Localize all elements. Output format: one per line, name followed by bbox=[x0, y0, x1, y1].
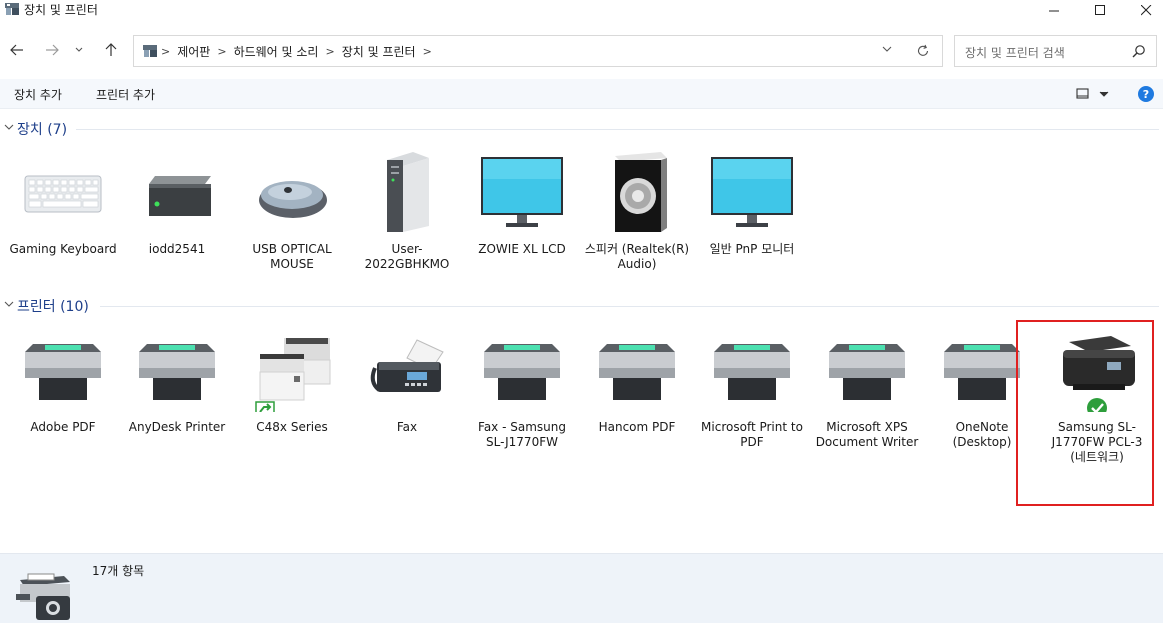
device-label: User-2022GBHKMO bbox=[364, 242, 450, 271]
printer-icon bbox=[944, 344, 1020, 400]
address-bar[interactable]: > 제어판 > 하드웨어 및 소리 > 장치 및 프린터 > bbox=[133, 35, 943, 67]
group-divider bbox=[100, 306, 1159, 307]
printer-icon bbox=[25, 344, 101, 400]
change-view-button[interactable] bbox=[1075, 87, 1111, 104]
printer-icon bbox=[829, 344, 905, 400]
printer-icon bbox=[599, 344, 675, 400]
forward-button[interactable] bbox=[41, 40, 63, 60]
arrow-left-icon bbox=[10, 44, 23, 56]
view-options-icon bbox=[1076, 88, 1109, 99]
printer-icon bbox=[714, 344, 790, 400]
back-button[interactable] bbox=[6, 40, 28, 60]
external-drive-icon bbox=[149, 176, 211, 216]
monitor-icon bbox=[481, 157, 563, 227]
maximize-button[interactable] bbox=[1077, 0, 1123, 20]
device-label: 스피커 (Realtek(R) Audio) bbox=[584, 242, 690, 271]
speaker-icon bbox=[615, 152, 667, 232]
printer-label: Microsoft Print to PDF bbox=[701, 420, 803, 449]
selection-highlight-box bbox=[1016, 320, 1154, 506]
window-title: 장치 및 프린터 bbox=[24, 3, 98, 17]
breadcrumb-separator-icon[interactable]: > bbox=[420, 45, 435, 58]
keyboard-icon bbox=[24, 175, 102, 213]
printer-icon bbox=[484, 344, 560, 400]
breadcrumb-separator-icon[interactable]: > bbox=[322, 45, 337, 58]
refresh-icon[interactable] bbox=[916, 44, 930, 58]
printer-label: C48x Series bbox=[256, 420, 328, 434]
mouse-icon bbox=[259, 181, 327, 218]
title-bar: 장치 및 프린터 bbox=[0, 0, 1163, 22]
arrow-right-icon bbox=[46, 44, 59, 56]
search-placeholder: 장치 및 프린터 검색 bbox=[965, 46, 1065, 60]
breadcrumb-hardware-sound[interactable]: 하드웨어 및 소리 bbox=[230, 43, 323, 60]
control-panel-icon bbox=[143, 45, 157, 57]
close-button[interactable] bbox=[1123, 0, 1163, 20]
printer-label: Adobe PDF bbox=[30, 420, 96, 434]
add-device-button[interactable]: 장치 추가 bbox=[14, 86, 62, 103]
devices-group-title: 장치 (7) bbox=[17, 122, 68, 138]
breadcrumb-separator-icon[interactable]: > bbox=[214, 45, 229, 58]
computer-tower-icon bbox=[387, 152, 429, 232]
printers-group-title: 프린터 (10) bbox=[17, 299, 89, 315]
minimize-icon bbox=[1048, 10, 1059, 11]
printer-icon bbox=[139, 344, 215, 400]
monitor-icon bbox=[711, 157, 793, 227]
item-count: 17개 항목 bbox=[92, 564, 145, 578]
printer-label: Fax bbox=[396, 420, 418, 434]
recent-locations-button[interactable] bbox=[72, 40, 86, 60]
printer-label: Microsoft XPS Document Writer bbox=[815, 420, 919, 449]
add-printer-button[interactable]: 프린터 추가 bbox=[96, 86, 155, 103]
maximize-icon bbox=[1094, 4, 1105, 15]
breadcrumb: > 제어판 > 하드웨어 및 소리 > 장치 및 프린터 > bbox=[142, 36, 435, 66]
chevron-down-icon[interactable] bbox=[4, 299, 14, 309]
close-icon bbox=[1140, 4, 1151, 15]
group-divider bbox=[76, 129, 1159, 130]
devices-group-header[interactable]: 장치 (7) bbox=[0, 119, 1163, 139]
search-box[interactable]: 장치 및 프린터 검색 bbox=[954, 35, 1157, 67]
up-button[interactable] bbox=[100, 40, 122, 60]
printer-label: Hancom PDF bbox=[598, 420, 676, 434]
chevron-down-icon bbox=[75, 47, 83, 52]
device-label: USB OPTICAL MOUSE bbox=[252, 242, 332, 271]
breadcrumb-separator-icon[interactable]: > bbox=[158, 45, 173, 58]
minimize-button[interactable] bbox=[1031, 0, 1077, 20]
laser-printer-icon bbox=[255, 338, 331, 412]
printer-label: AnyDesk Printer bbox=[128, 420, 226, 434]
device-label: Gaming Keyboard bbox=[9, 242, 117, 256]
printer-label: Fax - Samsung SL-J1770FW bbox=[478, 420, 566, 449]
device-label: iodd2541 bbox=[148, 242, 206, 256]
details-pane: 17개 항목 bbox=[0, 553, 1163, 623]
search-icon[interactable] bbox=[1132, 44, 1146, 58]
arrow-up-icon bbox=[105, 43, 117, 56]
devices-printers-app-icon bbox=[5, 3, 19, 15]
devices-printers-icon bbox=[16, 573, 70, 620]
breadcrumb-devices-printers[interactable]: 장치 및 프린터 bbox=[338, 43, 420, 60]
address-dropdown-icon[interactable] bbox=[882, 45, 892, 53]
fax-icon bbox=[370, 339, 444, 392]
printers-group-header[interactable]: 프린터 (10) bbox=[0, 296, 1163, 316]
device-label: 일반 PnP 모니터 bbox=[709, 242, 795, 256]
breadcrumb-control-panel[interactable]: 제어판 bbox=[173, 43, 214, 60]
command-bar: 장치 추가 프린터 추가 ? bbox=[0, 79, 1163, 109]
help-button[interactable]: ? bbox=[1138, 86, 1154, 102]
navigation-bar: > 제어판 > 하드웨어 및 소리 > 장치 및 프린터 > 장치 및 프린터 … bbox=[0, 32, 1163, 70]
chevron-down-icon[interactable] bbox=[4, 122, 14, 132]
device-label: ZOWIE XL LCD bbox=[478, 242, 566, 256]
